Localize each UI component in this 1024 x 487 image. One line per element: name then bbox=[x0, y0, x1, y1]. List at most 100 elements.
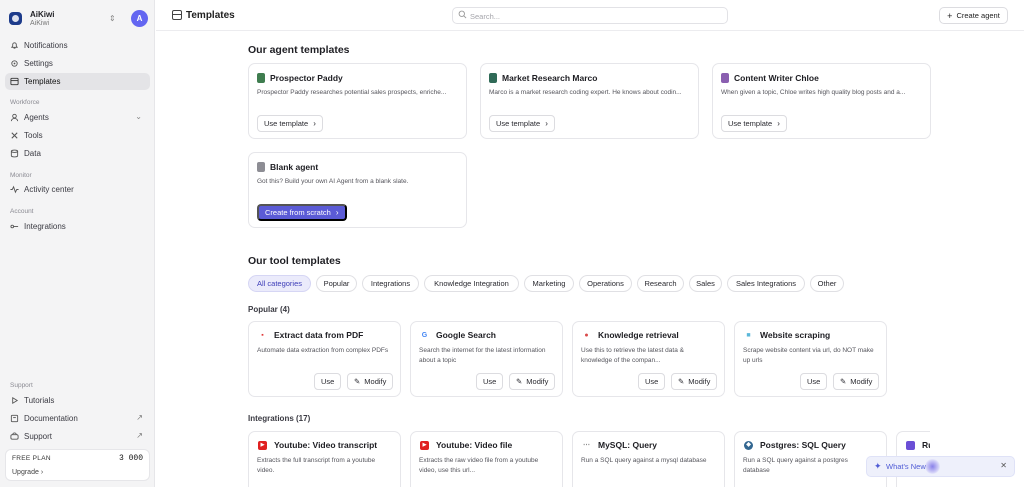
card-description: When given a topic, Chloe writes high qu… bbox=[721, 89, 906, 96]
card-description: Run a SQL query against a postgres datab… bbox=[743, 457, 848, 474]
card-description: Run a SQL query against a mysql database bbox=[581, 457, 707, 464]
tool-card-mysql-query[interactable]: ⋯ MySQL: Query Run a SQL query against a… bbox=[572, 431, 725, 487]
use-button[interactable]: Use bbox=[638, 373, 666, 390]
avatar[interactable]: A bbox=[131, 10, 148, 27]
category-pill-sales[interactable]: Sales bbox=[689, 275, 722, 292]
card-title: Knowledge retrieval bbox=[598, 330, 679, 340]
sidebar-item-activity-center[interactable]: Activity center bbox=[5, 181, 150, 198]
sidebar-item-notifications[interactable]: Notifications bbox=[5, 37, 150, 54]
modify-button[interactable]: ✎ Modify bbox=[833, 373, 880, 390]
chevron-right-icon: › bbox=[545, 119, 548, 128]
tool-card-youtube-video-file[interactable]: ▶ Youtube: Video file Extracts the raw v… bbox=[410, 431, 563, 487]
upgrade-link[interactable]: Upgrade › bbox=[12, 469, 43, 476]
sidebar-item-label: Integrations bbox=[24, 222, 66, 231]
blank-agent-icon bbox=[257, 162, 265, 172]
tool-card-google-search[interactable]: G Google Search Search the internet for … bbox=[410, 321, 563, 397]
category-pill-all[interactable]: All categories bbox=[248, 275, 311, 292]
plan-credits: 3 000 bbox=[118, 454, 143, 463]
sidebar-item-tutorials[interactable]: Tutorials bbox=[5, 392, 150, 409]
modify-button[interactable]: ✎ Modify bbox=[671, 373, 718, 390]
use-template-button[interactable]: Use template › bbox=[489, 115, 555, 132]
pencil-icon: ✎ bbox=[516, 377, 523, 386]
category-pill-marketing[interactable]: Marketing bbox=[524, 275, 574, 292]
activity-icon bbox=[10, 185, 19, 194]
scrape-icon: ■ bbox=[746, 332, 751, 339]
templates-icon bbox=[10, 77, 19, 86]
tool-card-knowledge-retrieval[interactable]: ● Knowledge retrieval Use this to retrie… bbox=[572, 321, 725, 397]
use-template-button[interactable]: Use template › bbox=[257, 115, 323, 132]
category-pill-other[interactable]: Other bbox=[810, 275, 844, 292]
agent-avatar-icon bbox=[257, 73, 265, 83]
sidebar-item-label: Agents bbox=[24, 113, 49, 122]
tool-card-youtube-transcript[interactable]: ▶ Youtube: Video transcript Extracts the… bbox=[248, 431, 401, 487]
youtube-icon: ▶ bbox=[258, 441, 267, 450]
modify-button[interactable]: ✎ Modify bbox=[509, 373, 556, 390]
create-from-scratch-button[interactable]: Create from scratch › bbox=[257, 204, 347, 221]
plan-widget: FREE PLAN 3 000 Upgrade › bbox=[5, 449, 150, 481]
sidebar-item-tools[interactable]: Tools bbox=[5, 127, 150, 144]
chevron-right-icon: › bbox=[313, 119, 316, 128]
integration-icon bbox=[906, 441, 915, 450]
close-icon[interactable]: ✕ bbox=[1000, 461, 1007, 470]
card-title: Google Search bbox=[436, 330, 496, 340]
agents-icon bbox=[10, 113, 19, 122]
use-button[interactable]: Use bbox=[800, 373, 828, 390]
sidebar-item-settings[interactable]: Settings bbox=[5, 55, 150, 72]
youtube-icon: ▶ bbox=[420, 441, 429, 450]
use-button[interactable]: Use bbox=[314, 373, 342, 390]
search-input[interactable] bbox=[470, 10, 720, 22]
button-label: Modify bbox=[526, 377, 549, 386]
plus-icon: + bbox=[947, 10, 953, 21]
card-title: Extract data from PDF bbox=[274, 330, 364, 340]
use-template-button[interactable]: Use template › bbox=[721, 115, 787, 132]
sidebar-item-label: Support bbox=[24, 432, 53, 441]
card-title: Market Research Marco bbox=[502, 73, 598, 83]
card-description: Search the internet for the latest infor… bbox=[419, 347, 546, 364]
category-pill-sales-integrations[interactable]: Sales Integrations bbox=[727, 275, 805, 292]
postgres-icon: ◆ bbox=[744, 441, 753, 450]
chevron-right-icon: › bbox=[777, 119, 780, 128]
category-pill-knowledge-integration[interactable]: Knowledge Integration bbox=[424, 275, 519, 292]
use-button[interactable]: Use bbox=[476, 373, 504, 390]
chevron-updown-icon[interactable]: ⇕ bbox=[109, 14, 116, 23]
tool-card-postgres-sql-query[interactable]: ◆ Postgres: SQL Query Run a SQL query ag… bbox=[734, 431, 887, 487]
chevron-down-icon[interactable]: ⌄ bbox=[135, 112, 142, 121]
tool-card-website-scraping[interactable]: ■ Website scraping Scrape website conten… bbox=[734, 321, 887, 397]
integrations-heading: Integrations (17) bbox=[248, 414, 311, 423]
tool-card-extract-pdf[interactable]: ▪ Extract data from PDF Automate data ex… bbox=[248, 321, 401, 397]
card-title: Postgres: SQL Query bbox=[760, 440, 846, 450]
category-pill-integrations[interactable]: Integrations bbox=[362, 275, 419, 292]
agent-card-market-research-marco[interactable]: Market Research Marco Marco is a market … bbox=[480, 63, 699, 139]
category-pill-operations[interactable]: Operations bbox=[579, 275, 632, 292]
sidebar-item-support[interactable]: Support ↗ bbox=[5, 428, 150, 445]
agent-card-blank[interactable]: Blank agent Got this? Build your own AI … bbox=[248, 152, 467, 228]
search-icon bbox=[458, 10, 467, 21]
sidebar-item-label: Notifications bbox=[24, 41, 68, 50]
sidebar-item-label: Tutorials bbox=[24, 396, 55, 405]
bell-icon bbox=[10, 41, 19, 50]
workspace-switcher[interactable]: AiKiwi AiKiwi ⇕ A bbox=[9, 9, 149, 29]
sidebar-item-documentation[interactable]: Documentation ↗ bbox=[5, 410, 150, 427]
tool-templates-heading: Our tool templates bbox=[248, 255, 341, 267]
external-link-icon: ↗ bbox=[136, 413, 143, 422]
sidebar-item-data[interactable]: Data bbox=[5, 145, 150, 162]
whats-new-label: What's New bbox=[886, 462, 926, 471]
modify-button[interactable]: ✎ Modify bbox=[347, 373, 394, 390]
external-link-icon: ↗ bbox=[136, 431, 143, 440]
card-description: Prospector Paddy researches potential sa… bbox=[257, 89, 447, 96]
chevron-right-icon: › bbox=[335, 208, 339, 217]
create-agent-button[interactable]: + Create agent bbox=[939, 7, 1008, 24]
category-pill-popular[interactable]: Popular bbox=[316, 275, 357, 292]
whats-new-toast[interactable]: ✦ What's New ✕ bbox=[866, 456, 1015, 477]
search-box[interactable] bbox=[452, 7, 728, 24]
agent-card-prospector-paddy[interactable]: Prospector Paddy Prospector Paddy resear… bbox=[248, 63, 467, 139]
sidebar-item-integrations[interactable]: Integrations bbox=[5, 218, 150, 235]
tools-icon bbox=[10, 131, 19, 140]
category-pill-research[interactable]: Research bbox=[637, 275, 684, 292]
sidebar-item-agents[interactable]: Agents ⌄ bbox=[5, 109, 150, 126]
sparkle-icon: ✦ bbox=[874, 461, 882, 471]
sidebar-item-templates[interactable]: Templates bbox=[5, 73, 150, 90]
agent-card-content-writer-chloe[interactable]: Content Writer Chloe When given a topic,… bbox=[712, 63, 931, 139]
section-label-account: Account bbox=[10, 208, 34, 215]
integrations-icon bbox=[10, 222, 19, 231]
